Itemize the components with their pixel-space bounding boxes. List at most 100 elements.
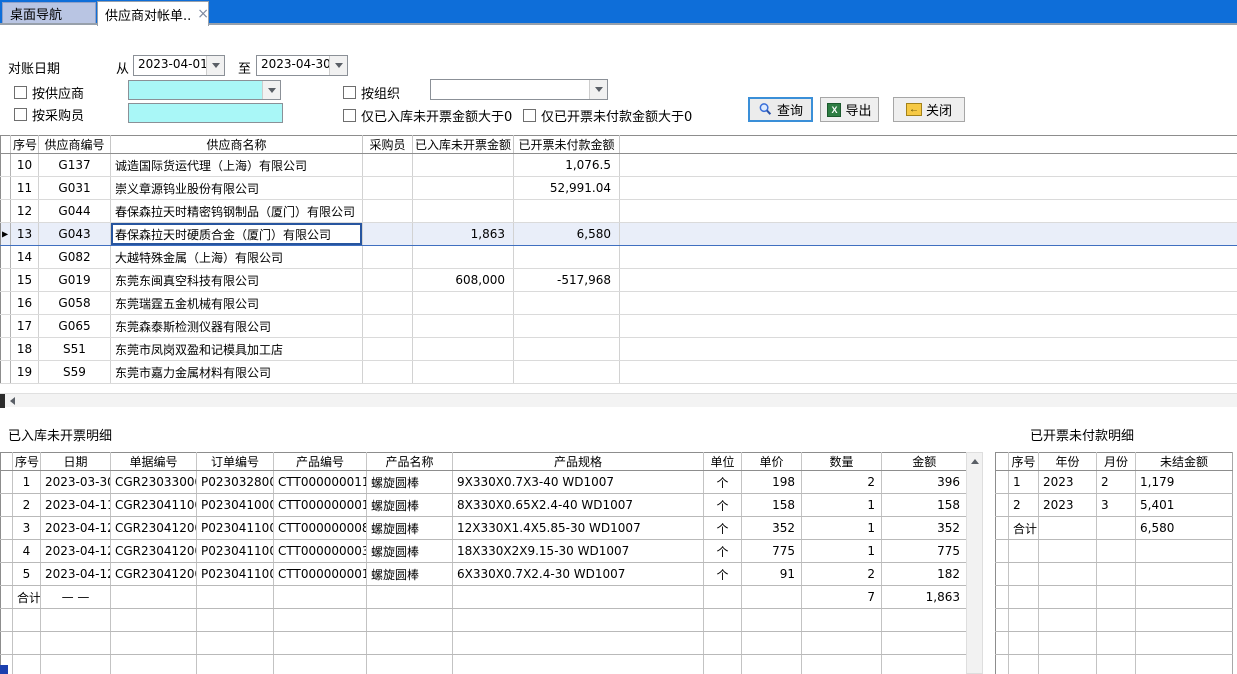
query-button[interactable]: 查询 [748, 97, 813, 122]
cell[interactable]: 个 [704, 517, 742, 540]
table-row[interactable]: 42023-04-12CGR230412006P0230411002CTT000… [1, 540, 967, 563]
cell[interactable] [802, 655, 882, 674]
cell[interactable]: G058 [39, 292, 111, 315]
table-row[interactable]: 12G044春保森拉天时精密钨钢制品（厦门）有限公司 [1, 200, 1237, 223]
cell[interactable]: CGR230412006 [111, 540, 197, 563]
cell[interactable] [996, 494, 1009, 517]
table-row[interactable]: 1202321,179 [996, 471, 1233, 494]
cell[interactable]: 1 [1009, 471, 1039, 494]
cell[interactable]: G137 [39, 154, 111, 177]
cell[interactable] [1097, 517, 1136, 540]
cell[interactable] [413, 315, 514, 338]
cell[interactable] [363, 246, 413, 269]
cell[interactable] [274, 632, 367, 655]
cell[interactable] [453, 655, 704, 674]
cell[interactable] [1, 563, 13, 586]
cell[interactable]: P0230411002 [197, 540, 274, 563]
cell[interactable] [620, 223, 1237, 246]
cell[interactable] [1009, 632, 1039, 655]
cell[interactable]: 1 [802, 494, 882, 517]
table-row[interactable]: 12023-03-30CGR230330001P0230328006CTT000… [1, 471, 967, 494]
supplier-select[interactable] [128, 80, 281, 100]
checkbox-box[interactable] [343, 86, 356, 99]
cell[interactable]: 18X330X2X9.15-30 WD1007 [453, 540, 704, 563]
chevron-down-icon[interactable] [329, 56, 347, 75]
cell[interactable]: 东莞市嘉力金属材料有限公司 [111, 361, 363, 384]
empty-row[interactable] [1, 655, 967, 674]
cell[interactable]: CGR230330001 [111, 471, 197, 494]
cell[interactable] [453, 632, 704, 655]
by-buyer-checkbox[interactable]: 按采购员 [14, 105, 84, 124]
column-header-supplier-code[interactable]: 供应商编号 [39, 136, 111, 154]
cell[interactable]: CGR230411007 [111, 494, 197, 517]
chevron-down-icon[interactable] [262, 81, 280, 99]
table-row[interactable]: 32023-04-12CGR230412006P0230411002CTT000… [1, 517, 967, 540]
cell[interactable] [1009, 540, 1039, 563]
cell[interactable] [1039, 609, 1097, 632]
cell[interactable] [1, 200, 11, 223]
cell[interactable] [882, 609, 967, 632]
cell[interactable]: 13 [11, 223, 39, 246]
cell[interactable] [197, 632, 274, 655]
cell[interactable]: 6,580 [1136, 517, 1233, 540]
cell[interactable] [13, 632, 41, 655]
cell[interactable] [996, 609, 1009, 632]
cell[interactable] [413, 200, 514, 223]
empty-row[interactable] [996, 563, 1233, 586]
cell[interactable] [514, 315, 620, 338]
cell[interactable] [1, 494, 13, 517]
by-supplier-checkbox[interactable]: 按供应商 [14, 83, 84, 102]
cell[interactable] [996, 655, 1009, 674]
buyer-input[interactable] [128, 103, 283, 123]
column-header-product-name[interactable]: 产品名称 [367, 453, 453, 471]
table-row[interactable]: 52023-04-12CGR230412006P0230411002CTT000… [1, 563, 967, 586]
cell[interactable] [41, 655, 111, 674]
column-header-amount[interactable]: 金额 [882, 453, 967, 471]
cell[interactable]: 352 [742, 517, 802, 540]
column-header-seq[interactable]: 序号 [13, 453, 41, 471]
cell[interactable]: 91 [742, 563, 802, 586]
column-header-year[interactable]: 年份 [1039, 453, 1097, 471]
cell[interactable]: P0230328006 [197, 471, 274, 494]
cell[interactable]: 螺旋圆棒 [367, 471, 453, 494]
cell[interactable] [704, 586, 742, 609]
cell[interactable] [453, 586, 704, 609]
cell[interactable]: 6X330X0.7X2.4-30 WD1007 [453, 563, 704, 586]
cell[interactable] [1136, 563, 1233, 586]
cell[interactable] [363, 223, 413, 246]
only-invoiced-checkbox[interactable]: 仅已开票未付款金额大于0 [523, 106, 692, 125]
cell[interactable]: 2023-04-11 [41, 494, 111, 517]
cell[interactable]: S51 [39, 338, 111, 361]
cell[interactable]: G044 [39, 200, 111, 223]
cell[interactable] [704, 632, 742, 655]
cell[interactable]: 4 [13, 540, 41, 563]
column-header-inbound-amount[interactable]: 已入库未开票金额 [413, 136, 514, 154]
cell[interactable] [367, 586, 453, 609]
cell[interactable] [620, 246, 1237, 269]
cell[interactable] [620, 315, 1237, 338]
cell[interactable]: CTT0000000111 [274, 471, 367, 494]
cell[interactable] [514, 338, 620, 361]
cell[interactable] [1039, 632, 1097, 655]
cell[interactable] [1, 471, 13, 494]
table-row[interactable]: 10G137诚造国际货运代理（上海）有限公司1,076.5 [1, 154, 1237, 177]
cell[interactable] [1, 154, 11, 177]
cell[interactable] [1, 177, 11, 200]
column-header-qty[interactable]: 数量 [802, 453, 882, 471]
close-tab-icon[interactable]: × [197, 7, 209, 21]
cell[interactable] [367, 655, 453, 674]
cell[interactable] [514, 361, 620, 384]
cell[interactable] [1009, 655, 1039, 674]
cell[interactable]: CGR230412006 [111, 517, 197, 540]
cell[interactable]: 5,401 [1136, 494, 1233, 517]
cell[interactable] [363, 315, 413, 338]
empty-row[interactable] [996, 540, 1233, 563]
cell[interactable]: 合计 [13, 586, 41, 609]
vertical-scrollbar[interactable] [966, 452, 983, 674]
table-row[interactable]: 2202335,401 [996, 494, 1233, 517]
cell[interactable] [1, 632, 13, 655]
cell[interactable] [704, 609, 742, 632]
cell[interactable]: P0230410007 [197, 494, 274, 517]
checkbox-box[interactable] [523, 109, 536, 122]
export-button[interactable]: X 导出 [820, 97, 879, 122]
